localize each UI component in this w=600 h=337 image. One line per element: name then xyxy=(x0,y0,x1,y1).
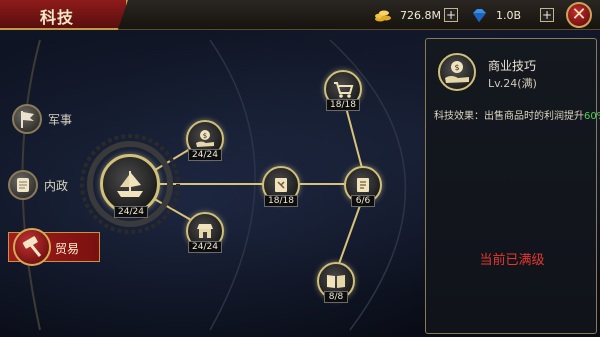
svg-text:$: $ xyxy=(454,63,459,72)
ship-icon xyxy=(100,154,160,214)
add-gem-button[interactable]: + xyxy=(540,8,554,22)
blue-gem-icon xyxy=(470,7,488,23)
category-label: 军事 xyxy=(48,112,73,127)
close-icon: ✕ xyxy=(571,4,587,25)
node-level: 24/24 xyxy=(188,149,222,161)
tech-node-cart[interactable]: 18/18 xyxy=(324,70,362,111)
tech-level: Lv.24(满) xyxy=(488,77,537,90)
scroll-icon xyxy=(8,170,38,200)
add-gold-button[interactable]: + xyxy=(444,8,458,22)
node-level: 24/24 xyxy=(188,241,222,253)
tech-node-ship[interactable]: 24/24 xyxy=(100,154,160,218)
tech-node-scroll-1[interactable]: 18/18 xyxy=(262,166,300,207)
node-level: 8/8 xyxy=(324,291,348,303)
page-title: 科技 xyxy=(40,8,75,27)
node-level: 18/18 xyxy=(264,195,298,207)
tech-node-money-hand[interactable]: $ 24/24 xyxy=(186,120,224,161)
node-level: 18/18 xyxy=(326,99,360,111)
gavel-icon xyxy=(13,228,51,266)
tech-effect-value: 60% xyxy=(584,111,600,122)
gold-resource: 726.8M + xyxy=(374,5,458,25)
gem-resource: 1.0B + xyxy=(470,5,554,25)
tech-node-scroll-2[interactable]: 6/6 xyxy=(344,166,382,207)
tech-node-book[interactable]: 8/8 xyxy=(317,262,355,303)
top-bar: 科技 726.8M + 1.0B + ✕ xyxy=(0,0,600,30)
tech-effect: 科技效果：出售商品时的利润提升60% xyxy=(434,107,600,122)
svg-text:$: $ xyxy=(203,132,207,140)
node-level: 6/6 xyxy=(351,195,375,207)
max-level-status: 当前已满级 xyxy=(479,253,545,268)
tech-detail-panel: $ 商业技巧 Lv.24(满) 科技效果：出售商品时的利润提升60% 当前已满级 xyxy=(425,38,600,334)
gold-coins-icon xyxy=(374,7,392,23)
tech-effect-text: 科技效果：出售商品时的利润提升 xyxy=(434,111,584,122)
flag-icon xyxy=(12,104,42,134)
tech-node-shop[interactable]: 24/24 xyxy=(186,212,224,253)
category-military[interactable]: 军事 xyxy=(12,104,72,134)
money-hand-icon: $ xyxy=(438,53,476,91)
category-label: 内政 xyxy=(44,178,69,193)
category-trade[interactable]: 贸易 xyxy=(8,228,100,266)
category-label: 贸易 xyxy=(55,242,80,256)
gem-amount: 1.0B xyxy=(496,8,522,22)
tech-name: 商业技巧 xyxy=(488,59,537,73)
gold-amount: 726.8M xyxy=(400,8,441,22)
close-button[interactable]: ✕ xyxy=(566,2,592,28)
node-level: 24/24 xyxy=(114,206,148,218)
category-domestic[interactable]: 内政 xyxy=(8,170,68,200)
